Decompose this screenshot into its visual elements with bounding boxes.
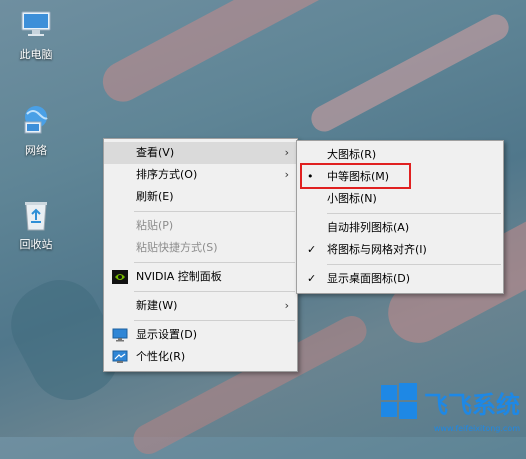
watermark: 飞飞系统 www.feifeixitong.com <box>380 382 520 433</box>
menu-item-personalize[interactable]: 个性化(R) <box>104 346 297 368</box>
menu-item-label: 自动排列图标(A) <box>327 221 410 234</box>
menu-item-label: 小图标(N) <box>327 192 377 205</box>
chevron-right-icon: › <box>284 168 289 181</box>
desktop-icon-label: 网络 <box>25 144 47 157</box>
menu-item-small-icons[interactable]: 小图标(N) <box>297 188 503 210</box>
desktop-icon-network[interactable]: 网络 <box>6 104 66 158</box>
watermark-title: 飞飞系统 <box>424 391 520 419</box>
menu-separator <box>327 264 501 265</box>
recycle-bin-icon <box>19 198 53 232</box>
desktop-icon-this-pc[interactable]: 此电脑 <box>6 8 66 62</box>
display-icon <box>112 328 128 342</box>
desktop-icon-recycle-bin[interactable]: 回收站 <box>6 198 66 252</box>
menu-separator <box>134 262 295 263</box>
chevron-right-icon: › <box>284 299 289 312</box>
watermark-url: www.feifeixitong.com <box>433 424 520 433</box>
menu-item-label: 粘贴快捷方式(S) <box>136 241 218 254</box>
menu-item-label: 刷新(E) <box>136 190 174 203</box>
desktop-icon-label: 回收站 <box>19 238 53 251</box>
menu-item-label: 排序方式(O) <box>136 168 198 181</box>
menu-item-label: 个性化(R) <box>136 350 186 363</box>
checkmark-icon: ✓ <box>307 272 317 285</box>
menu-item-align-to-grid[interactable]: ✓ 将图标与网格对齐(I) <box>297 239 503 261</box>
menu-item-show-desktop-icons[interactable]: ✓ 显示桌面图标(D) <box>297 268 503 290</box>
menu-item-new[interactable]: 新建(W) › <box>104 295 297 317</box>
annotation-highlight-box <box>300 163 411 189</box>
menu-item-label: 新建(W) <box>136 299 178 312</box>
menu-item-view[interactable]: 查看(V) › <box>104 142 297 164</box>
menu-item-nvidia-control-panel[interactable]: NVIDIA 控制面板 <box>104 266 297 288</box>
checkmark-icon: ✓ <box>307 243 317 256</box>
menu-item-label: 显示桌面图标(D) <box>327 272 411 285</box>
menu-separator <box>134 320 295 321</box>
menu-item-paste[interactable]: 粘贴(P) <box>104 215 297 237</box>
desktop-context-menu: 查看(V) › 排序方式(O) › 刷新(E) 粘贴(P) 粘贴快捷方式(S) … <box>103 138 298 372</box>
menu-item-label: 粘贴(P) <box>136 219 174 232</box>
menu-item-label: NVIDIA 控制面板 <box>136 270 222 283</box>
chevron-right-icon: › <box>284 146 289 159</box>
wallpaper-streak <box>95 0 345 109</box>
desktop-icon-label: 此电脑 <box>19 48 53 61</box>
menu-separator <box>134 291 295 292</box>
personalize-icon <box>112 350 128 364</box>
menu-item-auto-arrange[interactable]: 自动排列图标(A) <box>297 217 503 239</box>
nvidia-icon <box>112 270 128 284</box>
menu-separator <box>134 211 295 212</box>
menu-item-display-settings[interactable]: 显示设置(D) <box>104 324 297 346</box>
menu-item-label: 查看(V) <box>136 146 175 159</box>
menu-item-label: 大图标(R) <box>327 148 377 161</box>
menu-separator <box>327 213 501 214</box>
menu-item-paste-shortcut[interactable]: 粘贴快捷方式(S) <box>104 237 297 259</box>
network-icon <box>19 104 53 138</box>
menu-item-label: 显示设置(D) <box>136 328 198 341</box>
menu-item-sort-by[interactable]: 排序方式(O) › <box>104 164 297 186</box>
computer-icon <box>19 8 53 42</box>
menu-item-refresh[interactable]: 刷新(E) <box>104 186 297 208</box>
wallpaper-streak <box>306 9 514 137</box>
menu-item-label: 将图标与网格对齐(I) <box>327 243 427 256</box>
windows-logo-icon <box>380 382 418 423</box>
